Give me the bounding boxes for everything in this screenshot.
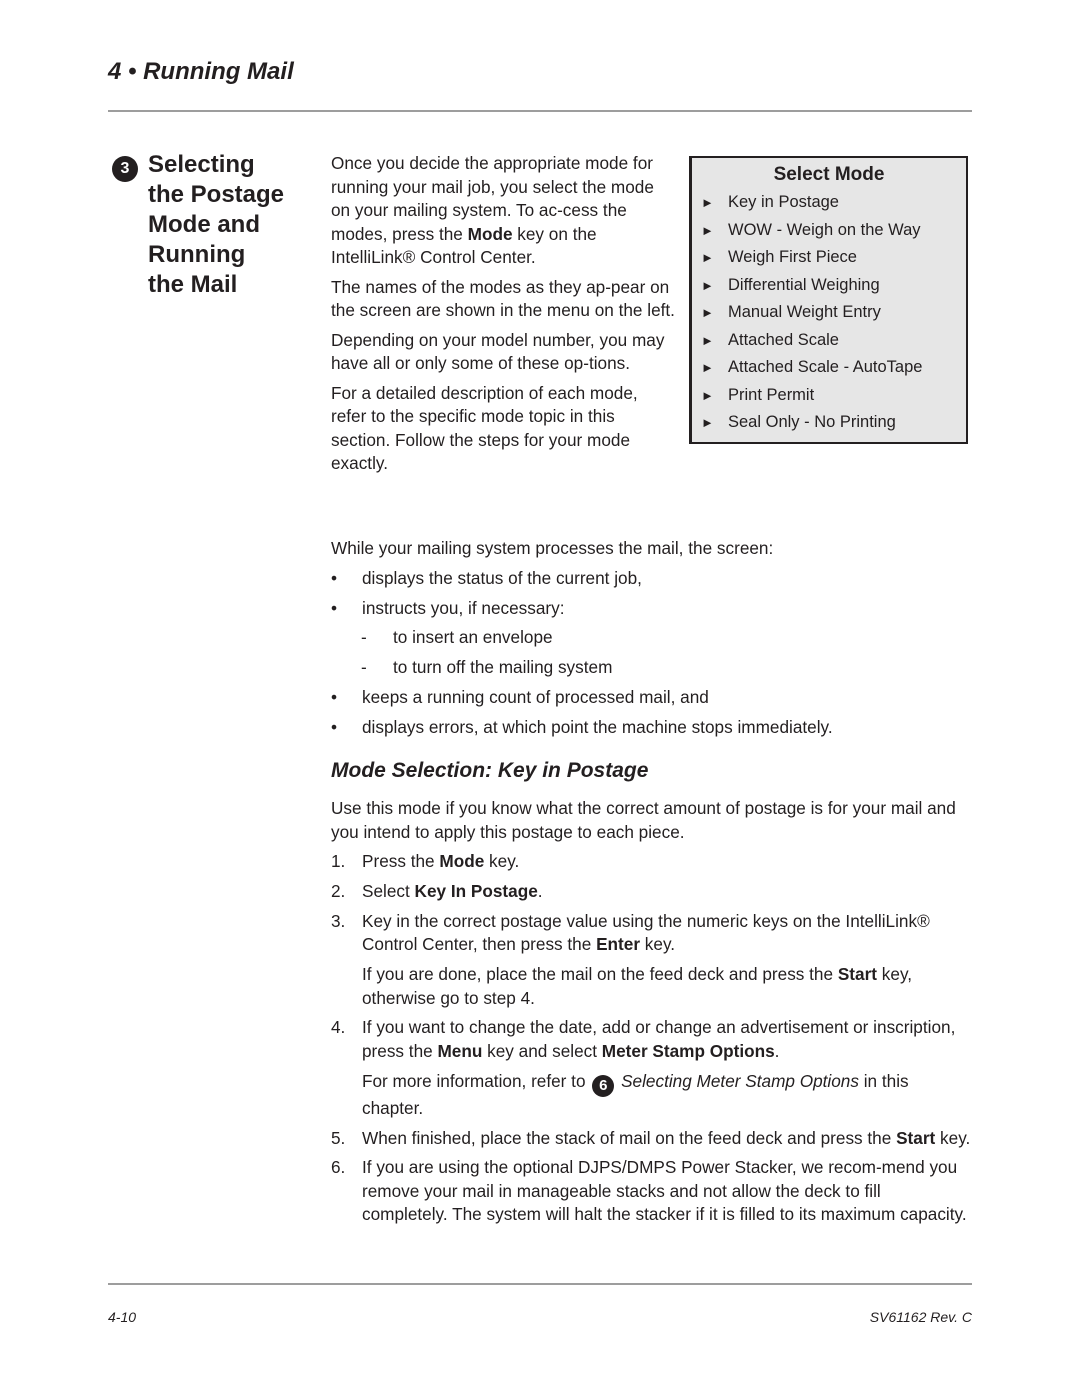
mode-list-item: ► Key in Postage [692,189,966,217]
step-3-note: If you are done, place the mail on the f… [362,964,913,1008]
section-title: Selecting the Postage Mode and Running t… [148,150,308,300]
step-2: 2. Select Key In Postage. [331,880,971,904]
processing-sublist: - to insert an envelope - to turn off the … [331,626,971,679]
mode-label: Key in Postage [728,193,839,212]
footer-divider [108,1283,972,1285]
step-number: 6. [331,1157,346,1178]
select-mode-menu: Select Mode ► Key in Postage ► WOW - Weigh … [689,156,968,444]
start-key-label: Start [896,1127,936,1148]
header-divider [108,110,972,112]
meter-stamp-options-label: Meter Stamp Options [601,1040,775,1061]
step-number: 2. [331,881,346,902]
step-4-note: For more information, refer to 6 Selecti… [362,1070,909,1118]
cross-reference-link[interactable]: Selecting Meter Stamp Options [621,1071,859,1091]
intro-paragraph-3: Depending on your model number, you may … [331,329,665,374]
arrow-right-icon: ► [701,332,714,348]
mode-list-item: ► Attached Scale - AutoTape [692,354,966,382]
mode-label: Attached Scale [728,330,839,349]
arrow-right-icon: ► [701,305,714,321]
mode-label: Print Permit [728,385,815,404]
page-number: 4-10 [108,1309,137,1325]
document-id: SV61162 Rev. C [869,1309,972,1325]
arrow-right-icon: ► [701,277,714,293]
list-item: - to turn off the mailing system [331,656,971,680]
intro-text: Once you decide the appropriate mode for… [331,152,676,482]
menu-key-label: Menu [437,1040,483,1061]
step-number: 5. [331,1127,346,1148]
steps-list: 1. Press the Mode key. 2. Select Key In … [331,850,971,1227]
mode-list-item: ► Seal Only - No Printing [692,409,966,437]
step-4: 4. If you want to change the date, add o… [331,1016,971,1120]
arrow-right-icon: ► [701,250,714,266]
bullet-icon: • [331,597,338,618]
dash-icon: - [361,627,367,648]
mode-label: Manual Weight Entry [728,303,881,322]
mode-label: Seal Only - No Printing [728,413,896,432]
arrow-right-icon: ► [701,360,714,376]
arrow-right-icon: ► [701,415,714,431]
mode-label: Weigh First Piece [728,248,857,267]
enter-key-label: Enter [596,934,641,955]
intro-paragraph-2: The names of the modes as they ap-pear o… [331,276,675,321]
mode-list-item: ► Attached Scale [692,327,966,355]
key-in-postage-label: Key In Postage [414,881,538,902]
mode-label: Attached Scale - AutoTape [728,358,923,377]
bullet-icon: • [331,686,338,707]
list-item: • instructs you, if necessary: [331,597,971,621]
section-number-badge: 3 [112,156,138,182]
mode-label: WOW - Weigh on the Way [728,220,921,239]
mode-label: Differential Weighing [728,275,880,294]
step-number: 1. [331,851,346,872]
list-item: • keeps a running count of processed mail… [331,686,971,710]
mode-list-item: ► Differential Weighing [692,272,966,300]
step-6: 6. If you are using the optional DJPS/DM… [331,1157,967,1225]
processing-list: • displays the status of the current job,… [331,567,971,620]
mode-key-label: Mode [439,851,485,872]
dash-icon: - [361,657,367,678]
processing-description: While your mailing system processes the … [331,537,971,739]
step-3: 3. Key in the correct postage value usin… [331,910,971,1010]
processing-lead: While your mailing system processes the … [331,538,774,558]
start-key-label: Start [837,964,878,985]
step-5: 5. When finished, place the stack of mai… [331,1127,971,1151]
arrow-right-icon: ► [701,222,714,238]
list-item: - to insert an envelope [331,626,971,650]
arrow-right-icon: ► [701,387,714,403]
mode-list-item: ► WOW - Weigh on the Way [692,217,966,245]
arrow-right-icon: ► [701,195,714,211]
section-title-line: Running [148,241,246,268]
section-title-line: the Postage [148,181,285,208]
section-title-line: Selecting [148,151,255,178]
bullet-icon: • [331,567,338,588]
intro-paragraph-4: For a detailed description of each mode,… [331,382,638,474]
bullet-icon: • [331,716,338,737]
key-in-postage-steps: Use this mode if you know what the corre… [331,797,971,1227]
mode-list: ► Key in Postage ► WOW - Weigh on the Way ► W… [692,189,966,437]
mode-key-label: Mode [467,223,513,244]
mode-list-item: ► Weigh First Piece [692,244,966,272]
subsection-title: Mode Selection: Key in Postage [331,759,649,782]
list-item: • displays errors, at which point the mac… [331,716,971,740]
section-reference-badge: 6 [592,1074,615,1097]
mode-selection-intro: Use this mode if you know what the corre… [331,798,956,842]
section-title-line: the Mail [148,271,238,298]
list-item: • displays the status of the current job, [331,567,971,591]
chapter-title: 4 • Running Mail [108,58,294,85]
step-1: 1. Press the Mode key. [331,850,971,874]
intro-paragraph-1: Once you decide the appropriate mode for… [331,153,654,267]
step-number: 4. [331,1017,346,1038]
step-number: 3. [331,910,346,931]
processing-list: • keeps a running count of processed mail… [331,686,971,739]
section-title-line: Mode and [148,211,260,238]
select-mode-title: Select Mode [773,164,885,185]
mode-list-item: ► Print Permit [692,382,966,410]
mode-list-item: ► Manual Weight Entry [692,299,966,327]
